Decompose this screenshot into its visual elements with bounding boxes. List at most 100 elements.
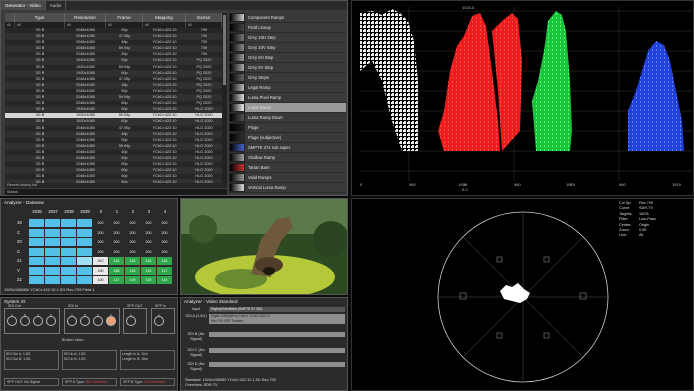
pattern-item[interactable]: Valid Ramps <box>229 173 346 183</box>
pixel-cell[interactable]: 117 <box>109 276 124 284</box>
io-port[interactable]: C <box>93 313 103 326</box>
pixel-cell[interactable] <box>45 247 60 256</box>
pattern-item[interactable]: Grey Steps <box>229 73 346 83</box>
pattern-item[interactable]: SMPTE 274 sub super <box>229 143 346 153</box>
pixel-cell[interactable]: 200 <box>109 228 124 237</box>
pixel-cell[interactable]: 200 <box>141 219 156 227</box>
pattern-item[interactable]: Grey 5H Step <box>229 53 346 63</box>
pixel-cell[interactable]: 115 <box>125 257 140 265</box>
pixel-cell[interactable]: 190 <box>93 266 108 275</box>
pixel-cell[interactable] <box>61 257 76 265</box>
pixel-cell[interactable]: 114 <box>141 257 156 265</box>
pixel-cell[interactable]: 200 <box>157 247 172 256</box>
io-port[interactable]: A <box>67 313 77 326</box>
tab-generator-video[interactable]: Generator - Video <box>1 1 46 10</box>
pixel-cell[interactable]: 200 <box>157 219 172 227</box>
pixel-cell[interactable]: 114 <box>109 257 124 265</box>
pattern-item[interactable]: Grey 5V Step <box>229 63 346 73</box>
pixel-cell[interactable] <box>29 276 44 284</box>
pixel-cell[interactable]: 200 <box>141 238 156 246</box>
column-header[interactable]: Gamut <box>186 13 222 22</box>
pattern-item[interactable]: Legal Ramp <box>229 83 346 93</box>
pixel-cell[interactable]: 200 <box>125 228 140 237</box>
pixel-cell[interactable] <box>61 228 76 237</box>
pixel-cell[interactable] <box>29 247 44 256</box>
pixel-cell[interactable] <box>61 219 76 227</box>
pixel-cell[interactable] <box>29 257 44 265</box>
pixel-cell[interactable] <box>77 228 92 237</box>
pixel-cell[interactable] <box>61 238 76 246</box>
pixel-cell[interactable]: 200 <box>109 247 124 256</box>
pixel-cell[interactable]: 115 <box>141 276 156 284</box>
pattern-item[interactable]: Luma Ramp <box>229 103 346 113</box>
pixel-cell[interactable]: 118 <box>125 266 140 275</box>
io-port[interactable]: B <box>20 313 30 326</box>
pixel-cell[interactable] <box>45 266 60 275</box>
pixel-cell[interactable] <box>77 238 92 246</box>
pixel-cell[interactable]: 200 <box>141 228 156 237</box>
pixel-cell[interactable] <box>29 219 44 227</box>
pattern-item[interactable]: Luma Pixel Ramp <box>229 93 346 103</box>
column-header[interactable]: Type <box>15 13 65 22</box>
io-port[interactable]: D <box>46 313 56 326</box>
pixel-cell[interactable] <box>45 276 60 284</box>
pixel-cell[interactable]: 200 <box>109 219 124 227</box>
pattern-item[interactable]: Component Ramps <box>229 13 346 23</box>
pixel-cell[interactable]: 200 <box>157 228 172 237</box>
io-port[interactable]: A <box>154 313 164 326</box>
io-port[interactable]: C <box>33 313 43 326</box>
pixel-cell[interactable] <box>77 257 92 265</box>
pattern-item[interactable]: Field Lineup <box>229 23 346 33</box>
pixel-cell[interactable]: 200 <box>93 219 108 227</box>
pixel-cell[interactable]: 200 <box>109 238 124 246</box>
pixel-cell[interactable] <box>61 247 76 256</box>
format-table-scrollbar[interactable] <box>222 13 227 183</box>
pixel-cell[interactable] <box>61 276 76 284</box>
pixel-cell[interactable]: 188 <box>109 266 124 275</box>
column-header[interactable] <box>5 13 15 22</box>
pixel-cell[interactable]: 200 <box>125 247 140 256</box>
pixel-cell[interactable] <box>77 219 92 227</box>
pixel-cell[interactable]: 200 <box>125 219 140 227</box>
scrollbar-thumb[interactable] <box>223 15 226 85</box>
io-port[interactable]: A <box>126 313 136 326</box>
tab-audio[interactable]: Audio <box>46 1 67 10</box>
pixel-cell[interactable] <box>45 238 60 246</box>
pattern-item[interactable]: Vertical Luma Ramp <box>229 183 346 193</box>
column-header[interactable]: Frame <box>106 13 143 22</box>
pixel-cell[interactable] <box>61 266 76 275</box>
pixel-cell[interactable] <box>45 257 60 265</box>
pixel-cell[interactable] <box>29 238 44 246</box>
pixel-cell[interactable]: 200 <box>141 247 156 256</box>
pattern-item[interactable]: Pluge <box>229 123 346 133</box>
pixel-cell[interactable]: 115 <box>141 266 156 275</box>
pixel-cell[interactable] <box>77 247 92 256</box>
pattern-item[interactable]: Shallow Ramp <box>229 153 346 163</box>
column-header[interactable]: Mapping <box>143 13 186 22</box>
pixel-cell[interactable] <box>29 228 44 237</box>
pixel-cell[interactable]: 200 <box>93 247 108 256</box>
pixel-cell[interactable]: 200 <box>93 238 108 246</box>
pattern-item[interactable]: Tartan Bars <box>229 163 346 173</box>
pixel-cell[interactable]: 117 <box>157 266 172 275</box>
pixel-cell[interactable]: 200 <box>157 238 172 246</box>
io-port[interactable]: A <box>7 313 17 326</box>
pixel-cell[interactable]: 109 <box>125 276 140 284</box>
pattern-item[interactable]: Pluge (subjective) <box>229 133 346 143</box>
pattern-item[interactable]: Grey 10V Step <box>229 43 346 53</box>
pattern-item[interactable]: Luma Ramp Down <box>229 113 346 123</box>
pixel-cell[interactable]: 114 <box>157 276 172 284</box>
column-header[interactable]: Resolution <box>65 13 106 22</box>
pixel-cell[interactable] <box>77 276 92 284</box>
recent-history-bar[interactable]: Recent history list <box>5 183 227 188</box>
pixel-cell[interactable] <box>45 228 60 237</box>
io-port[interactable]: B <box>80 313 90 326</box>
pattern-item[interactable]: Grey 10H Step <box>229 33 346 43</box>
pixel-cell[interactable]: 10C <box>93 257 108 265</box>
pixel-cell[interactable]: 115 <box>157 257 172 265</box>
pixel-cell[interactable] <box>29 266 44 275</box>
pixel-cell[interactable]: 200 <box>93 228 108 237</box>
io-port[interactable]: D <box>106 313 116 326</box>
pixel-cell[interactable]: 200 <box>125 238 140 246</box>
pixel-cell[interactable] <box>77 266 92 275</box>
